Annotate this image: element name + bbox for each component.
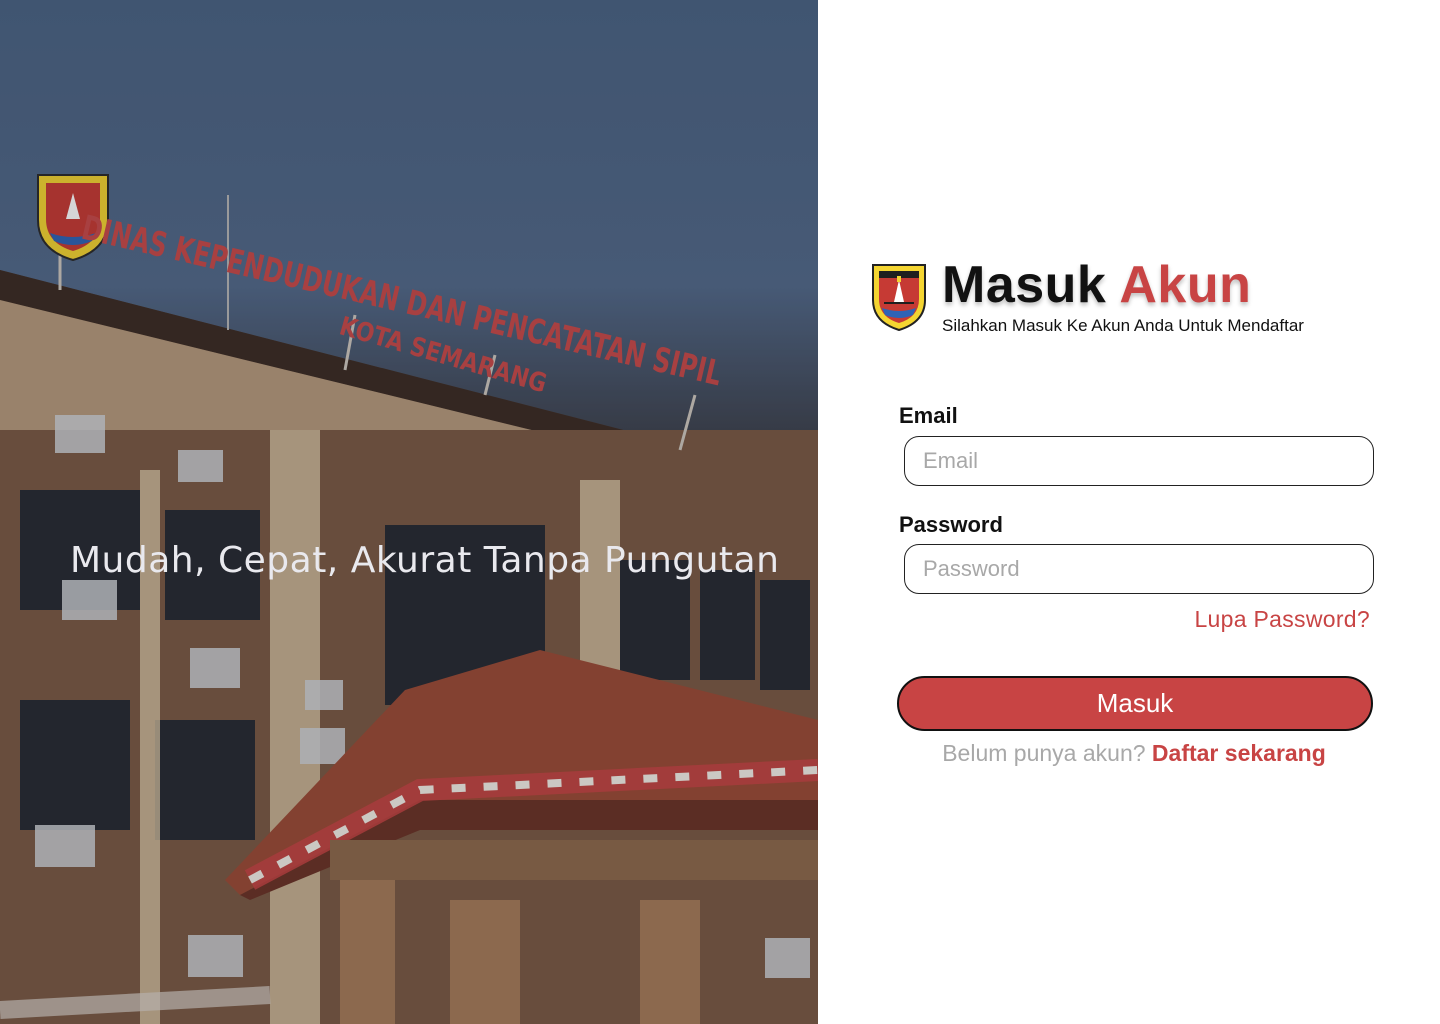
hero-dark-overlay: [0, 0, 818, 1024]
page-title: Masuk Akun: [942, 255, 1251, 315]
semarang-city-crest-icon: [872, 264, 926, 332]
register-prompt-text: Belum punya akun?: [942, 740, 1146, 766]
password-input[interactable]: [904, 544, 1374, 594]
login-page: DINAS KEPENDUDUKAN DAN PENCATATAN SIPIL …: [0, 0, 1440, 1024]
title-main: Masuk: [942, 256, 1107, 314]
title-accent: Akun: [1119, 256, 1252, 314]
login-button[interactable]: Masuk: [897, 676, 1373, 731]
hero-tagline: Mudah, Cepat, Akurat Tanpa Pungutan: [70, 540, 780, 581]
register-prompt: Belum punya akun? Daftar sekarang: [818, 740, 1440, 767]
login-panel: Masuk Akun Silahkan Masuk Ke Akun Anda U…: [818, 0, 1440, 1024]
hero-panel: DINAS KEPENDUDUKAN DAN PENCATATAN SIPIL …: [0, 0, 818, 1024]
password-label: Password: [899, 512, 1003, 537]
email-label: Email: [899, 403, 958, 428]
forgot-password-link[interactable]: Lupa Password?: [1194, 606, 1370, 633]
email-input[interactable]: [904, 436, 1374, 486]
register-link[interactable]: Daftar sekarang: [1152, 740, 1326, 766]
page-subtitle: Silahkan Masuk Ke Akun Anda Untuk Mendaf…: [942, 316, 1304, 335]
